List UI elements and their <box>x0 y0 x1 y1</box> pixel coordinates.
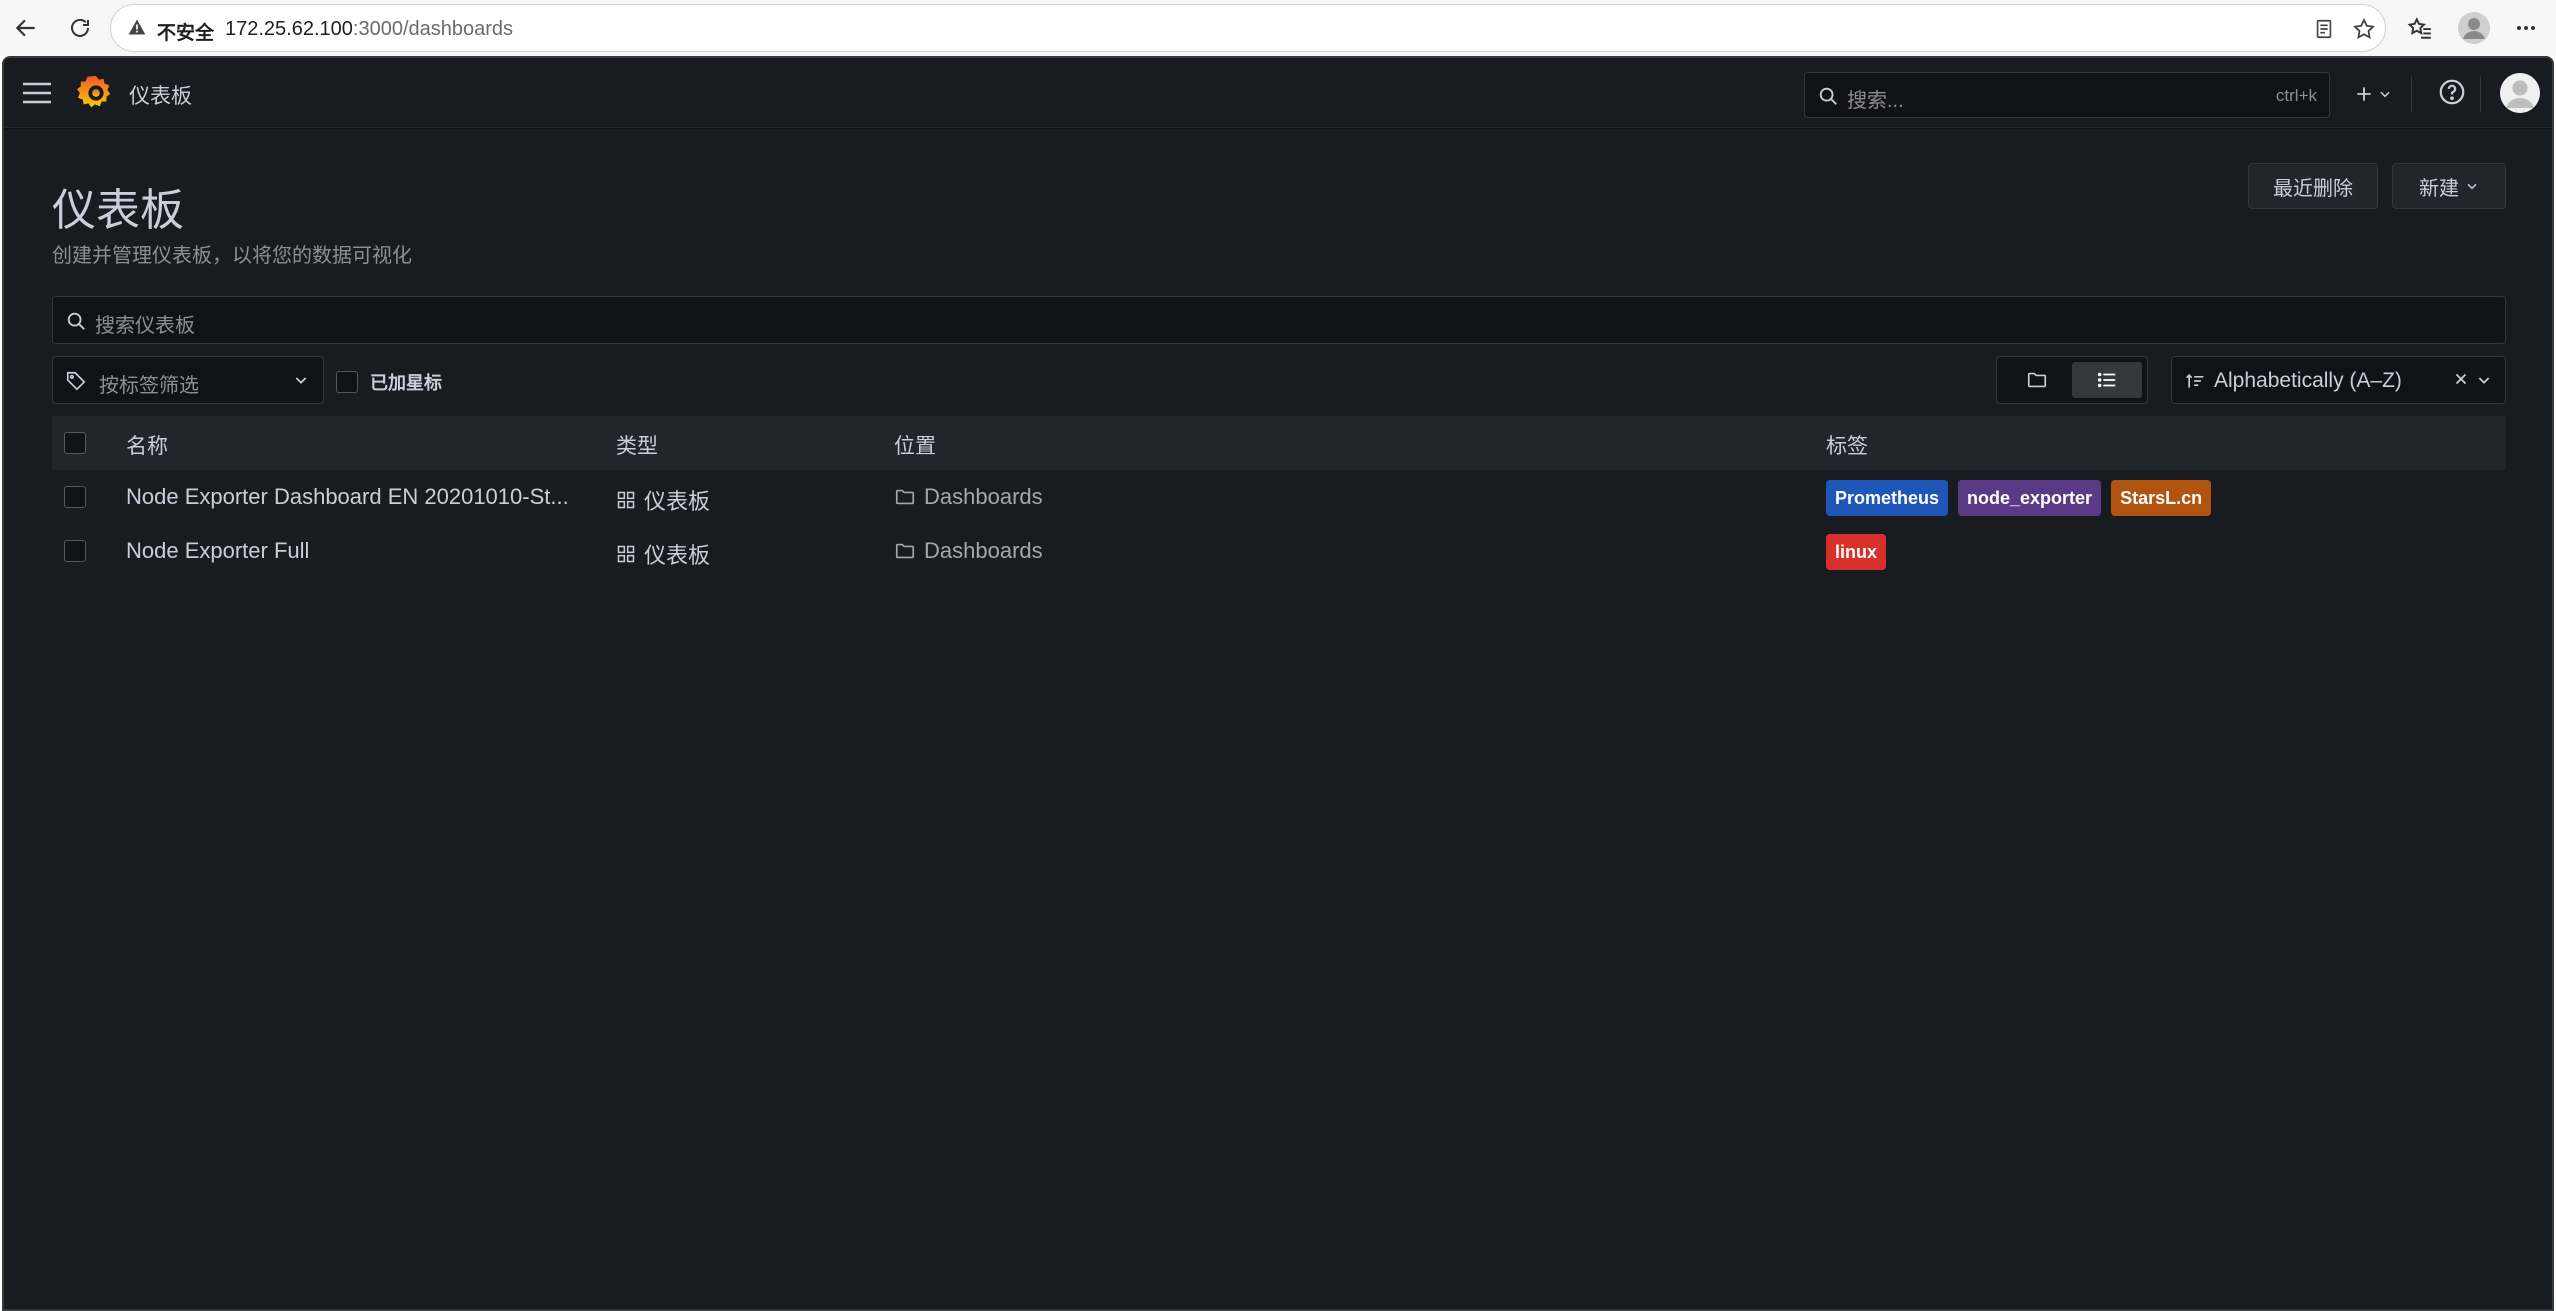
tag-list: linux <box>1826 534 1887 570</box>
chevron-down-icon <box>2467 183 2477 190</box>
tag-badge[interactable]: StarsL.cn <box>2111 480 2212 516</box>
dashboard-grid-icon <box>617 545 635 563</box>
list-icon <box>2097 372 2116 388</box>
folder-view-button[interactable] <box>2002 362 2072 398</box>
dashboard-type: 仪表板 <box>616 484 710 516</box>
browser-toolbar: 不安全 172.25.62.100:3000/dashboards <box>0 0 2556 56</box>
user-avatar[interactable] <box>2500 73 2540 113</box>
menu-icon[interactable] <box>21 79 53 112</box>
dashboard-name[interactable]: Node Exporter Dashboard EN 20201010-St..… <box>126 484 569 510</box>
clear-icon[interactable] <box>2452 370 2470 393</box>
dashboard-location-label: Dashboards <box>924 484 1043 509</box>
reload-icon <box>71 18 89 37</box>
search-icon <box>65 310 87 337</box>
breadcrumb[interactable]: 仪表板 <box>129 80 192 110</box>
sort-value: Alphabetically (A–Z) <box>2214 369 2402 392</box>
favorites-button[interactable] <box>2400 8 2440 48</box>
grafana-logo-icon[interactable] <box>77 73 115 116</box>
table-row[interactable]: Node Exporter Dashboard EN 20201010-St..… <box>52 470 2506 524</box>
dashboard-location[interactable]: Dashboards <box>894 484 1043 510</box>
grafana-app: 仪表板 搜索... ctrl+k 仪表板 创建并管理仪表板，以将您的数据可视化 … <box>2 56 2554 1311</box>
header-tags: 标签 <box>1826 435 1868 458</box>
starred-checkbox[interactable] <box>336 371 358 393</box>
search-shortcut-hint: ctrl+k <box>2275 86 2317 105</box>
list-view-button[interactable] <box>2072 362 2142 398</box>
dashboard-type: 仪表板 <box>616 538 710 570</box>
address-bar[interactable]: 不安全 172.25.62.100:3000/dashboards <box>110 4 2386 52</box>
table-header: 名称 类型 位置 标签 <box>52 416 2506 470</box>
nav-divider <box>2480 76 2481 112</box>
chevron-down-icon <box>2476 372 2492 393</box>
more-horizontal-icon <box>2517 26 2535 30</box>
url-text: 172.25.62.100:3000/dashboards <box>225 18 513 41</box>
browser-menu-button[interactable] <box>2506 8 2546 48</box>
recently-deleted-label: 最近删除 <box>2273 177 2353 200</box>
tag-filter-placeholder: 按标签筛选 <box>99 375 199 397</box>
new-dashboard-button[interactable]: 新建 <box>2392 163 2506 209</box>
header-location: 位置 <box>894 435 936 458</box>
url-host: 172.25.62.100 <box>225 18 353 40</box>
chevron-down-icon <box>293 372 309 393</box>
sort-select[interactable]: Alphabetically (A–Z) <box>2171 356 2506 404</box>
page-subtitle: 创建并管理仪表板，以将您的数据可视化 <box>52 245 412 267</box>
folder-icon <box>895 543 915 559</box>
header-type: 类型 <box>616 435 658 458</box>
dashboard-search-placeholder: 搜索仪表板 <box>95 315 195 337</box>
tag-list: Prometheus node_exporter StarsL.cn <box>1826 480 2212 516</box>
tag-badge[interactable]: linux <box>1826 534 1887 570</box>
global-search-placeholder: 搜索... <box>1847 90 1904 112</box>
dashboard-search-input[interactable]: 搜索仪表板 <box>52 296 2506 344</box>
tag-badge[interactable]: Prometheus <box>1826 480 1949 516</box>
reload-button[interactable] <box>60 8 100 48</box>
favorites-icon <box>2407 17 2431 39</box>
star-icon[interactable] <box>2349 14 2379 44</box>
help-icon[interactable] <box>2437 77 2467 112</box>
folder-icon <box>2027 372 2047 388</box>
table-row[interactable]: Node Exporter Full 仪表板 Dashboards linux <box>52 524 2506 578</box>
plus-icon <box>2357 87 2371 101</box>
select-all-checkbox[interactable] <box>64 432 86 454</box>
profile-avatar-icon <box>2458 12 2490 44</box>
arrow-left-icon <box>15 19 35 37</box>
dashboard-grid-icon <box>617 491 635 509</box>
back-button[interactable] <box>6 8 46 48</box>
page-title: 仪表板 <box>52 186 184 235</box>
starred-filter[interactable]: 已加星标 <box>336 369 442 395</box>
recently-deleted-button[interactable]: 最近删除 <box>2248 163 2378 209</box>
dashboard-location[interactable]: Dashboards <box>894 538 1043 564</box>
row-checkbox[interactable] <box>64 540 86 562</box>
tag-badge[interactable]: node_exporter <box>1958 480 2102 516</box>
sort-ascending-icon <box>2184 371 2206 396</box>
row-checkbox[interactable] <box>64 486 86 508</box>
warning-icon <box>127 17 147 42</box>
folder-icon <box>895 489 915 505</box>
chevron-down-icon <box>2380 91 2390 98</box>
url-path: :3000/dashboards <box>352 18 514 40</box>
tag-filter-select[interactable]: 按标签筛选 <box>52 356 324 404</box>
add-new-menu-button[interactable] <box>2348 76 2398 112</box>
dashboard-name[interactable]: Node Exporter Full <box>126 538 309 564</box>
search-icon <box>1817 85 1839 112</box>
header-name[interactable]: 名称 <box>126 430 168 460</box>
starred-label: 已加星标 <box>370 373 442 393</box>
dashboard-location-label: Dashboards <box>924 538 1043 563</box>
dashboard-type-label: 仪表板 <box>644 489 711 514</box>
top-nav: 仪表板 搜索... ctrl+k <box>4 58 2552 128</box>
reader-mode-icon[interactable] <box>2309 14 2339 44</box>
insecure-label: 不安全 <box>157 23 215 44</box>
nav-divider <box>2411 76 2412 112</box>
dashboard-type-label: 仪表板 <box>644 543 711 568</box>
new-label: 新建 <box>2419 177 2459 200</box>
main-content: 仪表板 创建并管理仪表板，以将您的数据可视化 最近删除 新建 搜索仪表板 按标签… <box>4 129 2552 1309</box>
view-toggle <box>1996 356 2148 404</box>
profile-button[interactable] <box>2454 8 2494 48</box>
tag-icon <box>65 370 87 397</box>
global-search-input[interactable]: 搜索... ctrl+k <box>1804 72 2330 118</box>
